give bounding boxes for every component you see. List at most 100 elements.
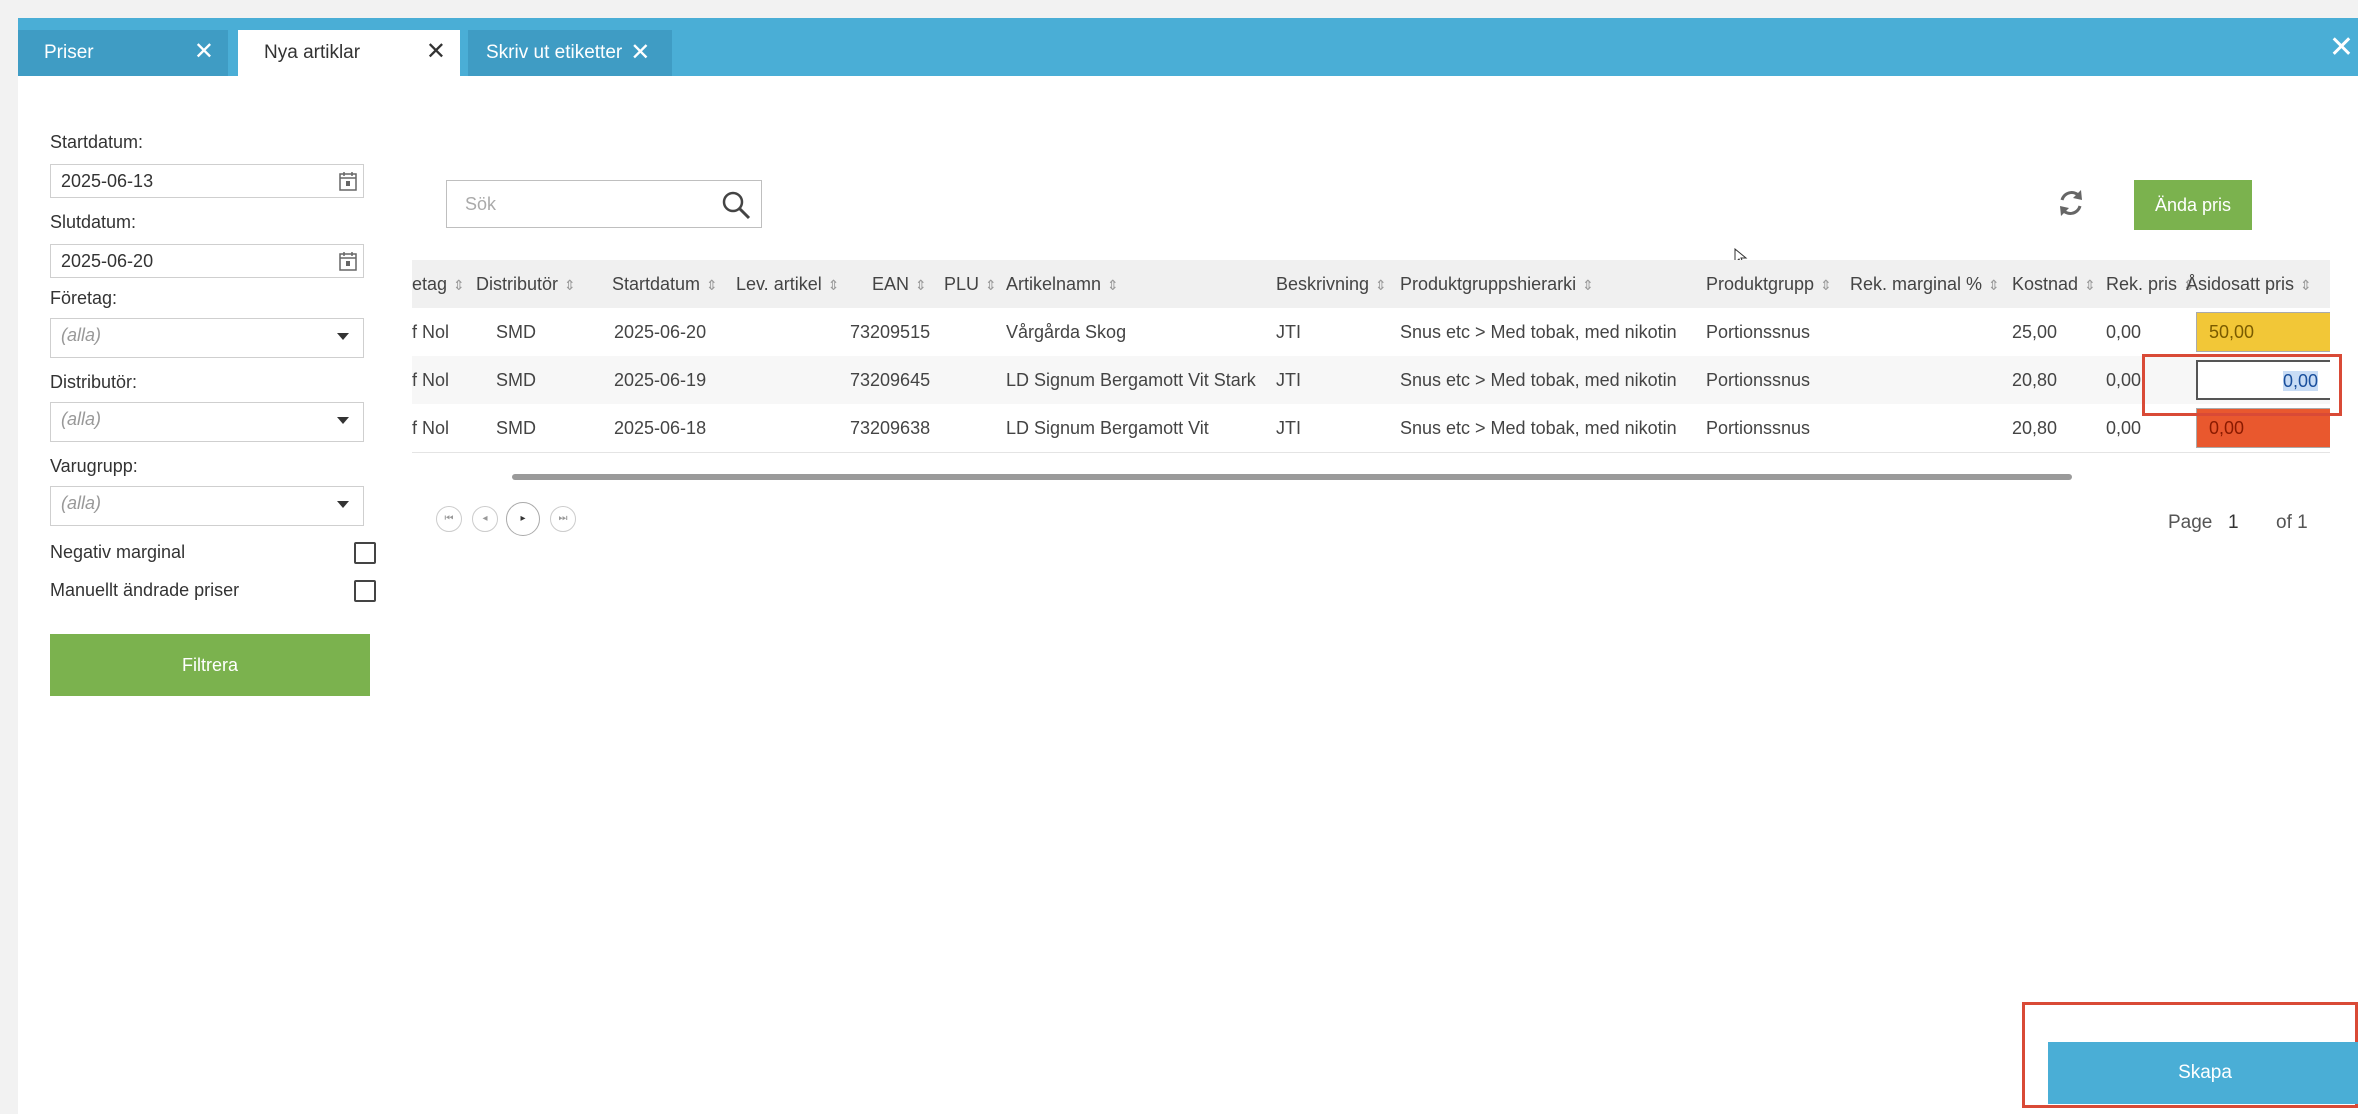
product-group-select[interactable]: (alla) — [50, 486, 364, 526]
col-beskrivning[interactable]: Beskrivning ⇕ — [1276, 260, 1387, 308]
page-number[interactable]: 1 — [2228, 512, 2239, 534]
next-page-icon[interactable]: ▸ — [506, 502, 540, 536]
cell-distributor: SMD — [496, 322, 536, 342]
col-ean[interactable]: EAN ⇕ — [872, 260, 927, 308]
col-lev-artikel[interactable]: Lev. artikel ⇕ — [736, 260, 839, 308]
cell-kostnad: 20,80 — [2012, 418, 2058, 438]
cell-hierarki: Snus etc > Med tobak, med nikotin — [1400, 322, 1677, 342]
chevron-down-icon — [337, 501, 349, 508]
col-asidosatt-pris[interactable]: Åsidosatt pris ⇕ — [2186, 260, 2312, 308]
distributor-select[interactable]: (alla) — [50, 402, 364, 442]
cell-artikelnamn: LD Signum Bergamott Vit — [1006, 418, 1209, 438]
cell-ean: 73209645 — [850, 370, 931, 390]
close-icon[interactable]: ✕ — [194, 40, 214, 64]
cell-beskrivning: JTI — [1276, 418, 1301, 438]
horizontal-scrollbar[interactable] — [512, 474, 2072, 480]
cell-rek-pris: 0,00 — [2106, 370, 2142, 390]
tab-priser[interactable]: Priser ✕ — [18, 30, 228, 76]
cell-rek-pris: 0,00 — [2106, 322, 2142, 342]
tab-label: Nya artiklar — [264, 42, 361, 63]
price-highlight-box — [2142, 354, 2342, 416]
negative-margin-label: Negativ marginal — [50, 542, 186, 562]
manual-prices-checkbox[interactable] — [354, 580, 376, 602]
tab-skriv-ut-etiketter[interactable]: Skriv ut etiketter ✕ — [468, 30, 672, 76]
search-input[interactable]: Sök — [446, 180, 762, 228]
cell-foretag: f Nol — [412, 322, 450, 342]
page-total: of 1 — [2276, 512, 2308, 533]
table-row[interactable]: f Nol SMD 2025-06-18 73209638 LD Signum … — [412, 404, 2330, 453]
col-rek-marginal[interactable]: Rek. marginal % ⇕ — [1850, 260, 2000, 308]
end-date-input[interactable]: 2025-06-20 — [50, 244, 364, 278]
cell-produktgrupp: Portionssnus — [1706, 322, 1811, 342]
window-close-icon[interactable]: ✕ — [2329, 30, 2354, 65]
start-date-input[interactable]: 2025-06-13 — [50, 164, 364, 198]
col-hierarki[interactable]: Produktgruppshierarki ⇕ — [1400, 260, 1594, 308]
table-row[interactable]: f Nol SMD 2025-06-20 73209515 Vårgårda S… — [412, 308, 2330, 357]
first-page-icon[interactable]: ⏮ — [436, 506, 462, 532]
cell-artikelnamn: Vårgårda Skog — [1006, 322, 1127, 342]
company-value: (alla) — [61, 325, 102, 345]
last-page-icon[interactable]: ⏭ — [550, 506, 576, 532]
calendar-icon[interactable] — [339, 171, 357, 191]
manual-prices-label: Manuellt ändrade priser — [50, 580, 240, 600]
close-icon[interactable]: ✕ — [630, 41, 650, 65]
negative-margin-row: Negativ marginal — [50, 542, 376, 564]
search-placeholder: Sök — [465, 194, 497, 214]
price-override-cell[interactable]: 50,00 — [2196, 312, 2330, 352]
cell-hierarki: Snus etc > Med tobak, med nikotin — [1400, 370, 1677, 390]
calendar-icon[interactable] — [339, 251, 357, 271]
col-rek-pris[interactable]: Rek. pris ⇕ — [2106, 260, 2195, 308]
grid-header: etag ⇕ Distributör ⇕ Startdatum ⇕ Lev. arti… — [412, 260, 2330, 309]
col-artikelnamn[interactable]: Artikelnamn ⇕ — [1006, 260, 1119, 308]
col-plu[interactable]: PLU ⇕ — [944, 260, 997, 308]
col-distributor[interactable]: Distributör ⇕ — [476, 260, 576, 308]
cell-artikelnamn: LD Signum Bergamott Vit Stark — [1006, 370, 1256, 390]
filter-button[interactable]: Filtrera — [50, 634, 370, 696]
cell-hierarki: Snus etc > Med tobak, med nikotin — [1400, 418, 1677, 438]
cell-distributor: SMD — [496, 418, 536, 438]
manual-prices-row: Manuellt ändrade priser — [50, 580, 376, 602]
cell-kostnad: 20,80 — [2012, 370, 2058, 390]
cell-beskrivning: JTI — [1276, 322, 1301, 342]
cell-produktgrupp: Portionssnus — [1706, 418, 1811, 438]
cell-startdatum: 2025-06-18 — [614, 418, 707, 438]
prev-page-icon[interactable]: ◂ — [472, 506, 498, 532]
col-kostnad[interactable]: Kostnad ⇕ — [2012, 260, 2096, 308]
tab-label: Priser — [44, 42, 94, 63]
product-group-label: Varugrupp: — [50, 456, 138, 476]
cell-ean: 73209638 — [850, 418, 931, 438]
product-group-value: (alla) — [61, 493, 102, 513]
chevron-down-icon — [337, 333, 349, 340]
tab-nya-artiklar[interactable]: Nya artiklar ✕ — [238, 30, 460, 76]
cell-foretag: f Nol — [412, 418, 450, 438]
tab-label: Skriv ut etiketter — [486, 42, 623, 63]
create-button[interactable]: Skapa — [2048, 1042, 2358, 1104]
refresh-icon[interactable] — [2054, 186, 2088, 220]
cell-beskrivning: JTI — [1276, 370, 1301, 390]
cell-ean: 73209515 — [850, 322, 931, 342]
articles-grid: etag ⇕ Distributör ⇕ Startdatum ⇕ Lev. arti… — [412, 260, 2330, 486]
cell-produktgrupp: Portionssnus — [1706, 370, 1811, 390]
end-date-label: Slutdatum: — [50, 212, 137, 232]
company-select[interactable]: (alla) — [50, 318, 364, 358]
close-icon[interactable]: ✕ — [426, 40, 446, 64]
cell-startdatum: 2025-06-20 — [614, 322, 707, 342]
cell-foretag: f Nol — [412, 370, 450, 390]
page-label: Page — [2168, 512, 2213, 533]
col-foretag[interactable]: etag ⇕ — [412, 260, 465, 308]
cell-kostnad: 25,00 — [2012, 322, 2058, 342]
start-date-label: Startdatum: — [50, 132, 144, 152]
change-price-button[interactable]: Ända pris — [2134, 180, 2252, 230]
col-produktgrupp[interactable]: Produktgrupp ⇕ — [1706, 260, 1832, 308]
negative-margin-checkbox[interactable] — [354, 542, 376, 564]
tab-bar: Priser ✕ Nya artiklar ✕ Skriv ut etikett… — [18, 18, 2358, 76]
distributor-label: Distributör: — [50, 372, 138, 392]
app-window: Priser ✕ Nya artiklar ✕ Skriv ut etikett… — [18, 18, 2358, 1114]
start-date-value: 2025-06-13 — [61, 171, 154, 191]
table-row[interactable]: f Nol SMD 2025-06-19 73209645 LD Signum … — [412, 356, 2330, 405]
cell-startdatum: 2025-06-19 — [614, 370, 707, 390]
col-startdatum[interactable]: Startdatum ⇕ — [612, 260, 718, 308]
distributor-value: (alla) — [61, 409, 102, 429]
search-icon[interactable] — [721, 190, 751, 220]
end-date-value: 2025-06-20 — [61, 251, 154, 271]
